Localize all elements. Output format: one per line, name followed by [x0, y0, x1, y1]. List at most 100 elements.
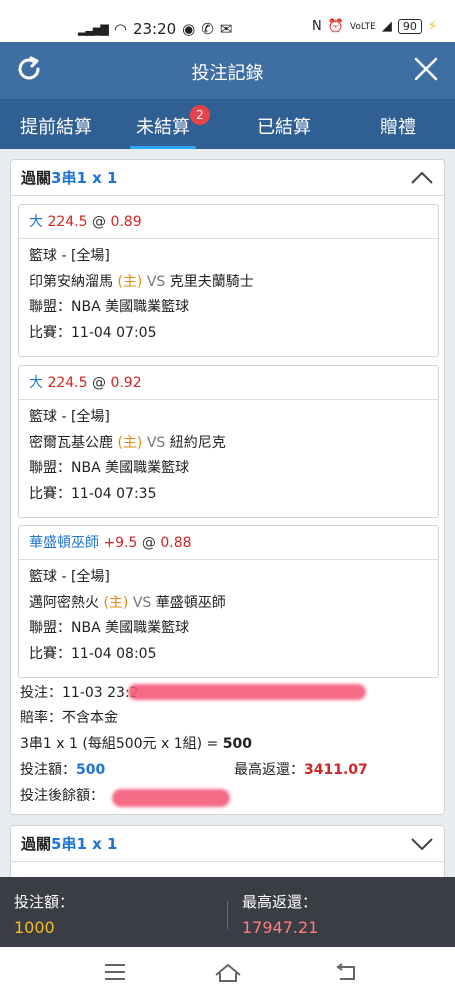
home-team: 邁阿密熱火: [29, 594, 99, 611]
leg-body: 籃球 - [全場] 印第安納溜馬 (主) VS 克里夫蘭騎士 聯盟：NBA 美國…: [19, 239, 438, 352]
leg-at: @: [141, 535, 156, 551]
status-bar: ▂▃▅▇ ◠ 23:20 ◉ ✆ ✉ N ⏰ VoLTE ◢ 90 ⚡: [0, 0, 455, 42]
leg-league: 聯盟：NBA 美國職業籃球: [29, 620, 190, 636]
leg-teams: 密爾瓦基公鹿 (主) VS 紐約尼克: [29, 431, 428, 457]
bet-time: 投注：11-03 23:2: [20, 685, 139, 701]
home-icon[interactable]: [213, 963, 243, 983]
leg-sport: 籃球 - [全場]: [29, 248, 110, 264]
leg-header: 華盛頓巫師 +9.5 @ 0.88: [19, 526, 438, 560]
close-icon[interactable]: [413, 56, 439, 82]
tab-early-settlement[interactable]: 提前結算: [20, 113, 92, 139]
leg-at: @: [92, 214, 106, 230]
leg-odds: 0.89: [110, 214, 142, 230]
bet-list[interactable]: 過關3串1 x 1 大 224.5 @ 0.89 籃球 - [全場] 印第安納溜…: [0, 149, 455, 877]
leg-body: 籃球 - [全場] 密爾瓦基公鹿 (主) VS 紐約尼克 聯盟：NBA 美國職業…: [19, 400, 438, 513]
away-team: 克里夫蘭騎士: [169, 273, 254, 290]
leg-teams: 印第安納溜馬 (主) VS 克里夫蘭騎士: [29, 270, 428, 296]
leg-match-time: 比賽：11-04 08:05: [29, 645, 157, 662]
signal-full-icon: ◢: [381, 19, 392, 34]
status-right: N ⏰ VoLTE ◢ 90 ⚡: [312, 19, 437, 34]
balance-label: 投注後餘額：: [20, 788, 104, 804]
home-tag: (主): [117, 434, 143, 451]
battery-icon: 90: [397, 19, 422, 34]
tab-unsettled[interactable]: 未結算 2: [130, 105, 210, 149]
bet-leg: 華盛頓巫師 +9.5 @ 0.88 籃球 - [全場] 邁阿密熱火 (主) VS…: [18, 525, 439, 678]
combo-summary: 3串1 x 1 (每組500元 x 1組) = 500: [20, 733, 252, 753]
tab-settled[interactable]: 已結算: [257, 113, 311, 139]
nfc-icon: N: [312, 19, 322, 34]
combo-total: 500: [222, 736, 252, 752]
leg-sport: 籃球 - [全場]: [29, 409, 110, 425]
max-return-row: 最高返還：3411.07: [234, 759, 368, 779]
status-left: ▂▃▅▇ ◠ 23:20 ◉ ✆ ✉: [78, 20, 232, 38]
charging-icon: ⚡: [427, 19, 437, 34]
leg-sport: 籃球 - [全場]: [29, 569, 110, 585]
max-return-label: 最高返還：: [234, 762, 304, 778]
footer-divider: [227, 901, 228, 929]
menu-icon[interactable]: [103, 963, 127, 981]
odds-type: 賠率：不含本金: [20, 710, 118, 726]
leg-league: 聯盟：NBA 美國職業籃球: [29, 299, 190, 315]
leg-header: 大 224.5 @ 0.92: [19, 366, 438, 400]
chevron-up-icon[interactable]: [410, 170, 434, 186]
stake-value: 500: [76, 762, 106, 778]
vs-label: VS: [146, 434, 166, 451]
tab-bar: 提前結算 未結算 2 已結算 贈禮: [0, 99, 455, 149]
tab-gifts[interactable]: 贈禮: [380, 113, 416, 139]
bet-type-prefix: 過關: [21, 169, 52, 187]
total-max-return-label: 最高返還：: [242, 893, 318, 911]
leg-match-time: 比賽：11-04 07:35: [29, 485, 157, 502]
total-stake-value: 1000: [14, 918, 55, 937]
bet-type: 3串1 x 1: [51, 169, 118, 187]
system-nav-bar: [0, 947, 455, 1000]
chat-icon: ◉: [182, 20, 196, 38]
bet-card-header[interactable]: 過關3串1 x 1: [11, 160, 444, 196]
leg-body: 籃球 - [全場] 邁阿密熱火 (主) VS 華盛頓巫師 聯盟：NBA 美國職業…: [19, 560, 438, 673]
alarm-icon: ⏰: [327, 19, 344, 34]
leg-line: 224.5: [47, 214, 88, 230]
home-team: 密爾瓦基公鹿: [29, 434, 113, 451]
total-max-return: 最高返還： 17947.21: [242, 891, 318, 937]
unsettled-count-badge: 2: [190, 105, 210, 125]
back-icon[interactable]: [334, 963, 358, 983]
page-title: 投注記錄: [191, 63, 264, 84]
mail-icon: ✉: [219, 20, 233, 38]
combo-text: 3串1 x 1 (每組500元 x 1組) =: [20, 736, 223, 752]
leg-selection: 華盛頓巫師: [29, 535, 99, 551]
totals-footer: 投注額： 1000 最高返還： 17947.21: [0, 877, 455, 947]
leg-odds: 0.92: [110, 375, 142, 391]
volte-icon: VoLTE: [349, 21, 376, 32]
stake-row: 投注額：500: [20, 759, 105, 779]
leg-selection: 大: [29, 375, 43, 391]
total-max-return-value: 17947.21: [242, 918, 319, 937]
away-team: 華盛頓巫師: [155, 594, 226, 611]
leg-line: 224.5: [47, 375, 88, 391]
max-return-value: 3411.07: [304, 762, 368, 778]
leg-teams: 邁阿密熱火 (主) VS 華盛頓巫師: [29, 591, 428, 617]
bet-leg: 大 224.5 @ 0.89 籃球 - [全場] 印第安納溜馬 (主) VS 克…: [18, 204, 439, 357]
wifi-icon: ◠: [113, 20, 127, 38]
leg-match-time: 比賽：11-04 07:05: [29, 324, 157, 341]
leg-header: 大 224.5 @ 0.89: [19, 205, 438, 239]
redaction-mark: [128, 684, 366, 700]
bet-card-header[interactable]: 過關5串1 x 1: [11, 826, 444, 862]
bet-leg: 大 224.5 @ 0.92 籃球 - [全場] 密爾瓦基公鹿 (主) VS 紐…: [18, 365, 439, 518]
vs-label: VS: [132, 594, 152, 611]
home-tag: (主): [117, 273, 143, 290]
leg-odds: 0.88: [160, 535, 192, 551]
leg-line: +9.5: [103, 535, 138, 551]
total-stake-label: 投注額：: [14, 893, 75, 911]
stake-label: 投注額：: [20, 762, 76, 778]
phone-icon: ✆: [201, 20, 214, 38]
leg-at: @: [92, 375, 106, 391]
bet-type: 5串1 x 1: [51, 835, 118, 853]
vs-label: VS: [146, 273, 166, 290]
home-team: 印第安納溜馬: [29, 273, 113, 290]
bet-type-prefix: 過關: [21, 835, 52, 853]
chevron-down-icon[interactable]: [410, 836, 434, 852]
leg-selection: 大: [29, 214, 43, 230]
home-tag: (主): [103, 594, 129, 611]
leg-league: 聯盟：NBA 美國職業籃球: [29, 460, 190, 476]
total-stake: 投注額： 1000: [14, 891, 74, 937]
signal-icon: ▂▃▅▇: [78, 22, 109, 36]
